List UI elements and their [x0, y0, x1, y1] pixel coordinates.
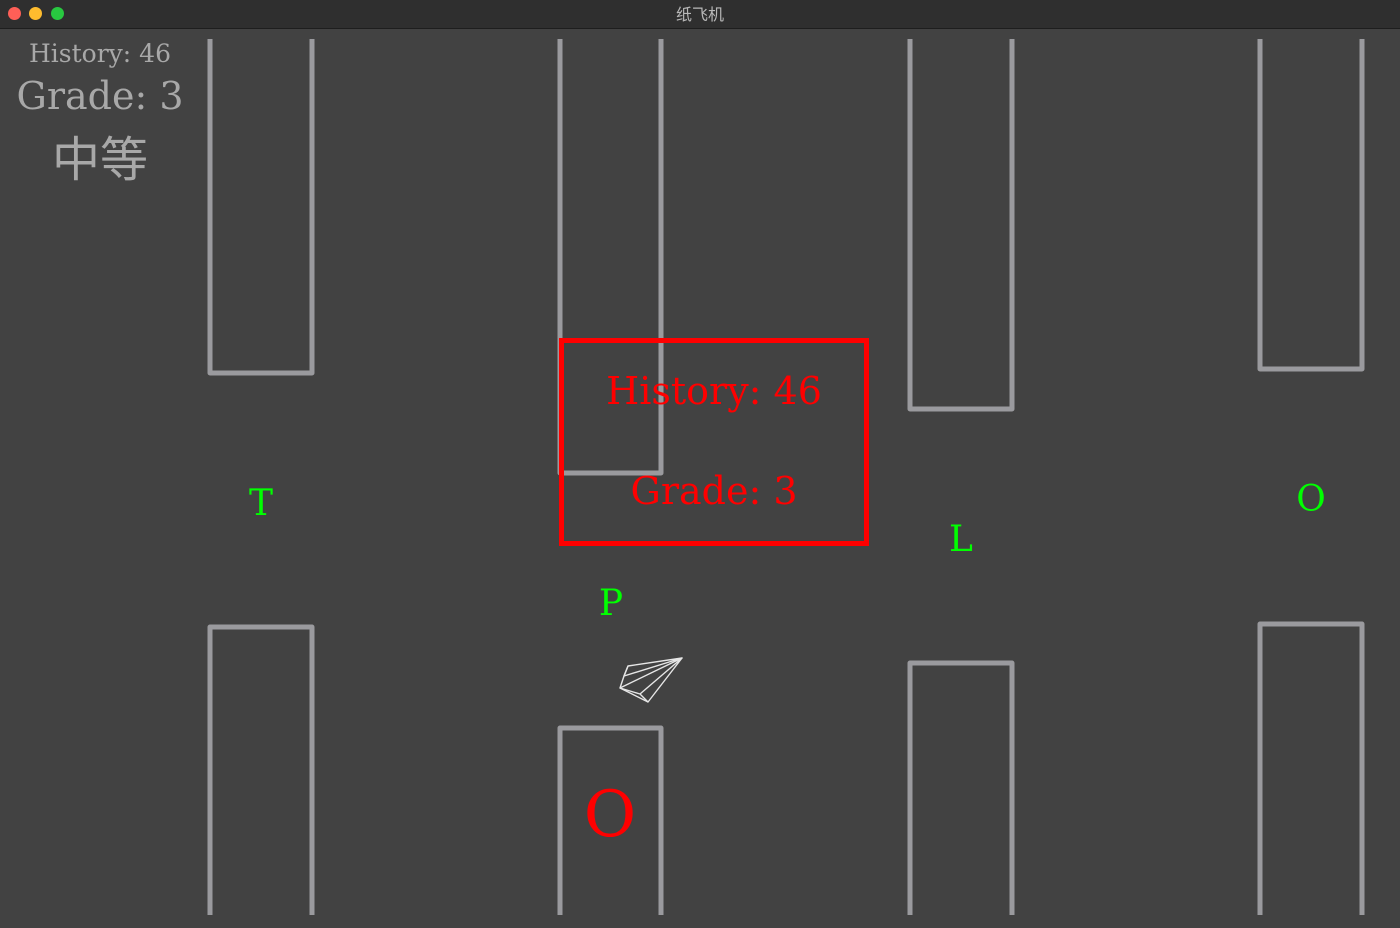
score-history: History: 46 — [606, 369, 822, 413]
hud-grade: Grade: 3 — [16, 74, 184, 118]
score-panel: History: 46 Grade: 3 — [559, 338, 869, 546]
pipe-bottom-4 — [1257, 621, 1365, 915]
pipe-bottom-1 — [207, 624, 315, 915]
letter-pickup: L — [949, 519, 973, 560]
hud-history: History: 46 — [29, 39, 171, 68]
game-canvas[interactable]: History: 46 Grade: 3 中等 T P L O O Histor… — [0, 28, 1400, 928]
pipe-bottom-3 — [907, 660, 1015, 915]
paper-plane-icon — [619, 657, 683, 703]
title-bar: 纸飞机 — [0, 0, 1400, 29]
window-title: 纸飞机 — [675, 5, 724, 24]
letter-pickup: O — [1296, 479, 1326, 520]
hud-level: 中等 — [51, 132, 148, 188]
letter-pickup: T — [248, 483, 273, 524]
score-grade: Grade: 3 — [630, 469, 798, 513]
letter-pickup: P — [598, 583, 624, 624]
game-window: 纸飞机 History: 46 Grade: 3 中等 T P L O O Hi… — [0, 0, 1400, 928]
pipe-top-3 — [907, 39, 1015, 412]
obstacle-letter: O — [583, 778, 637, 852]
pipe-top-1 — [207, 39, 315, 376]
pipe-top-4 — [1257, 39, 1365, 372]
